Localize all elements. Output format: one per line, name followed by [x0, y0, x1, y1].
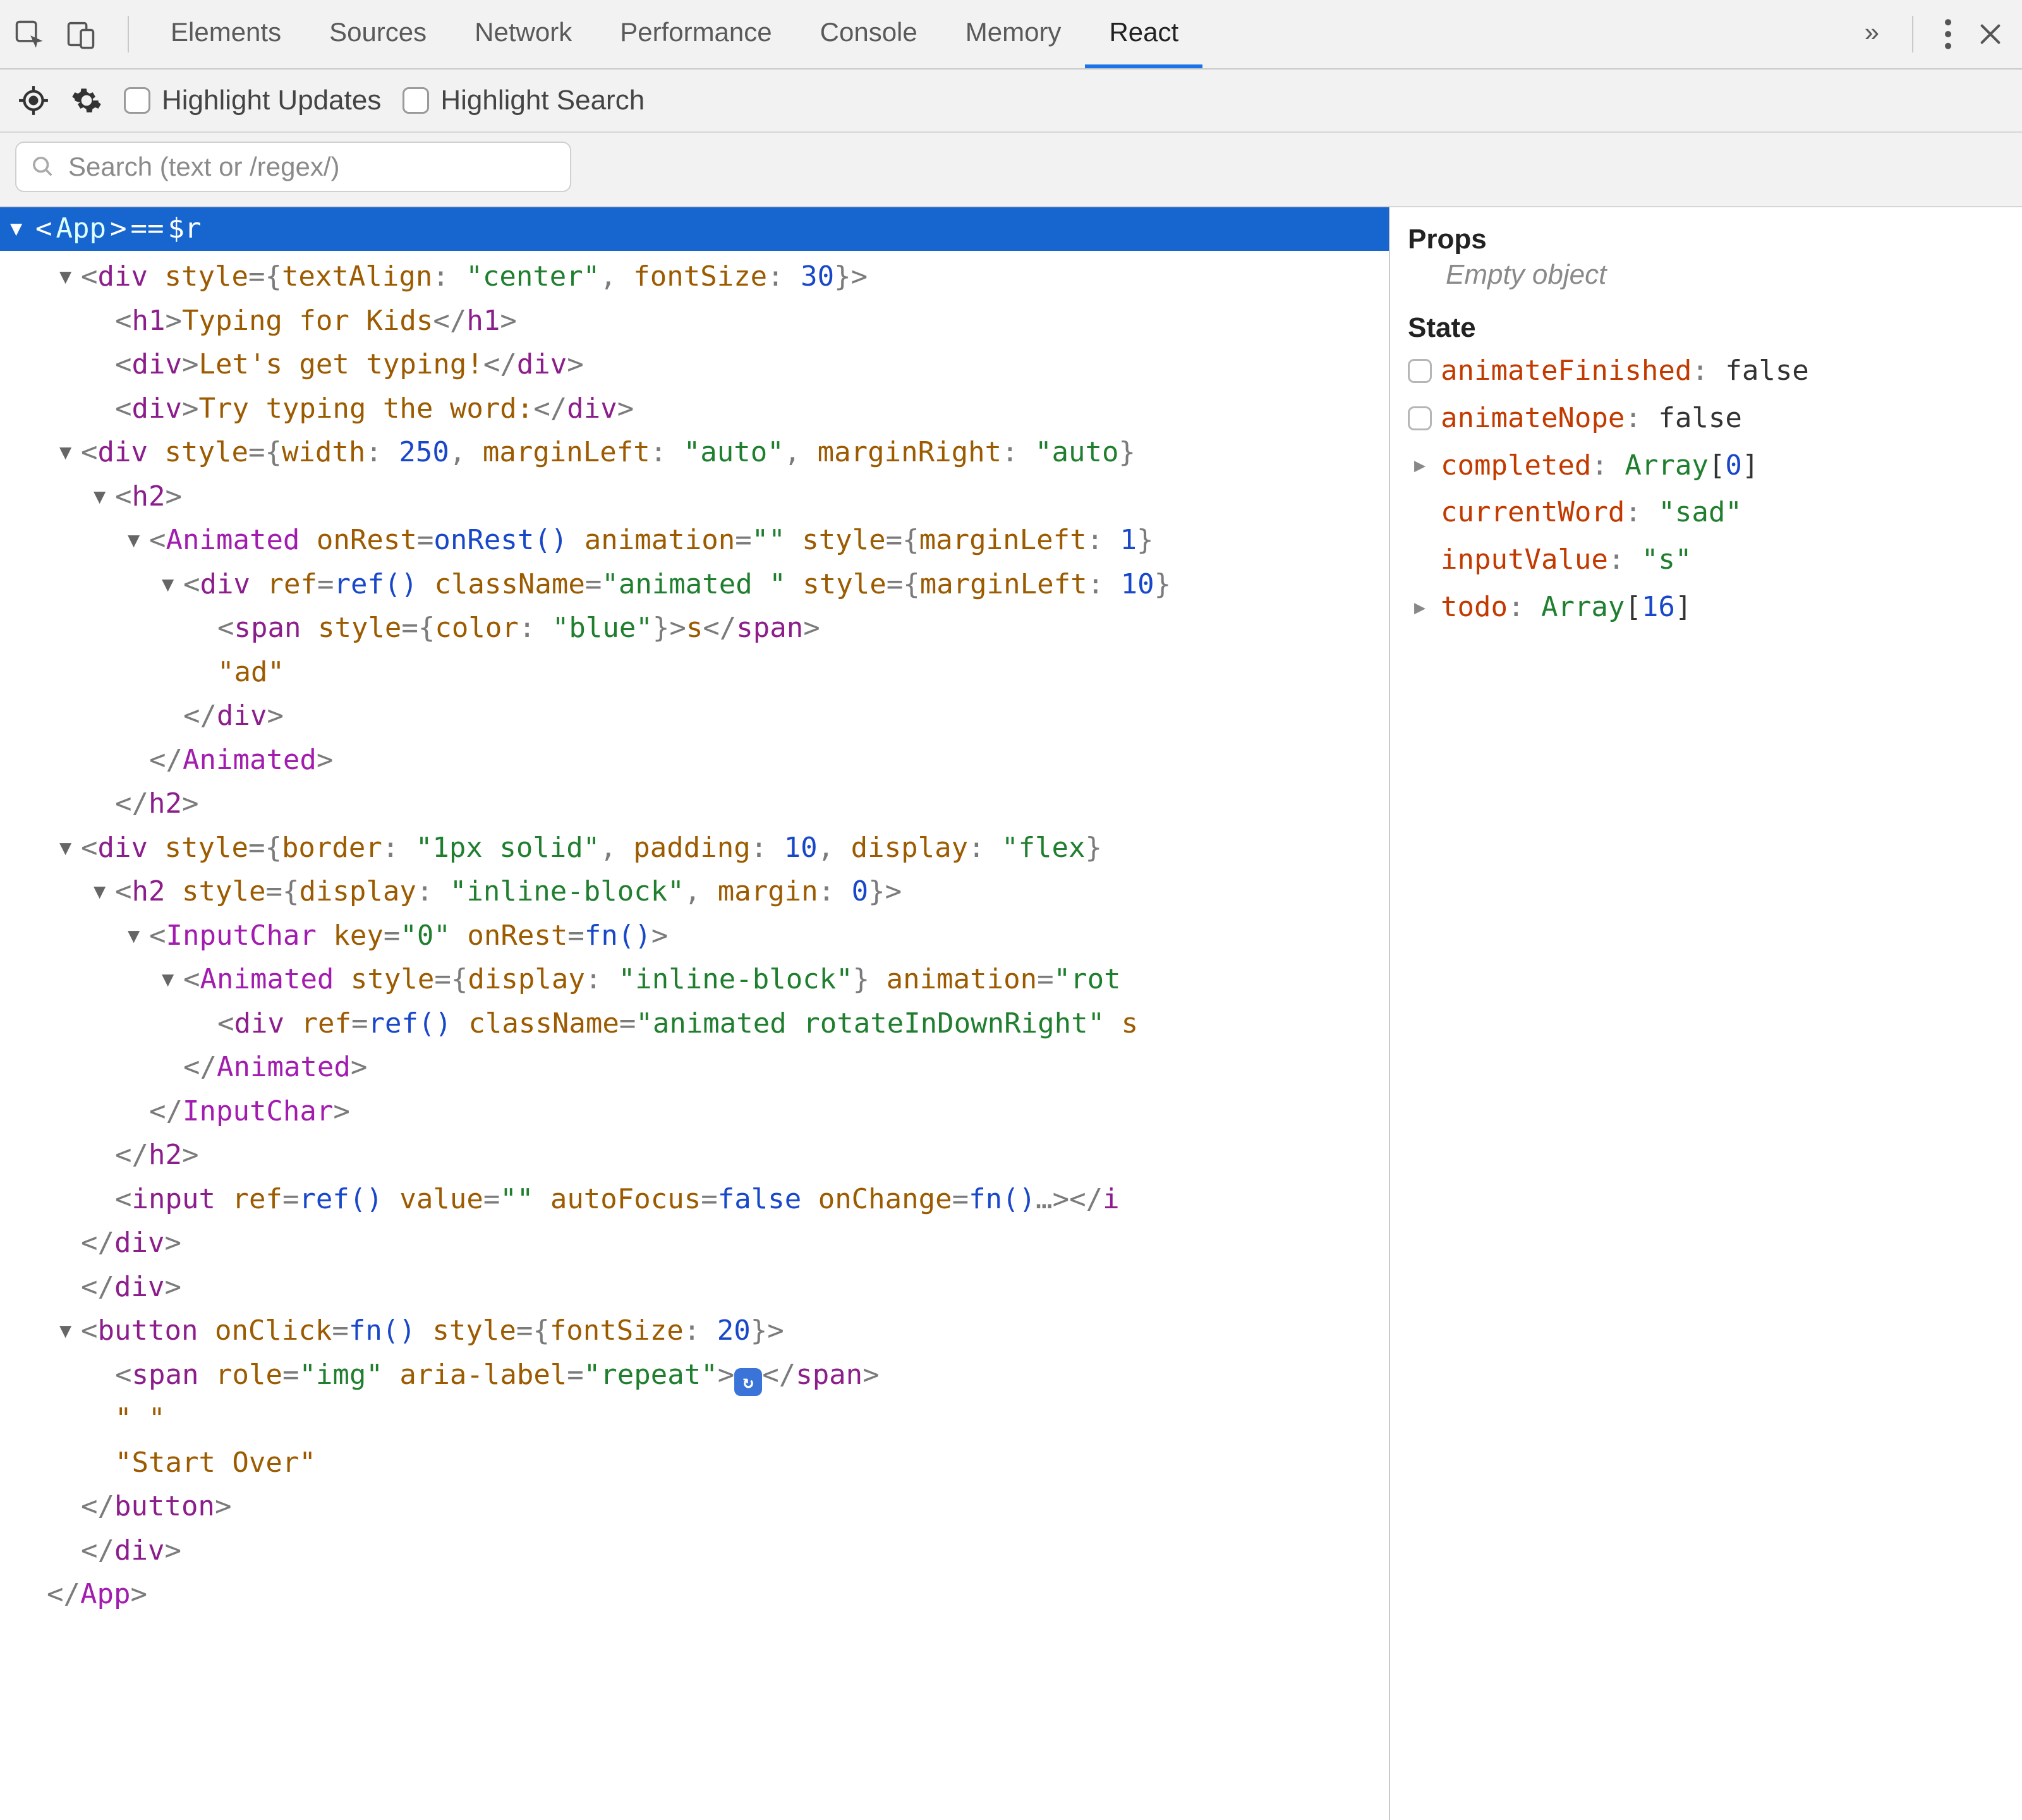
tree-row[interactable]: </div>: [0, 1529, 1389, 1573]
separator: [128, 16, 129, 52]
state-entry-animateFinished[interactable]: animateFinished: false: [1408, 348, 2004, 395]
disclosure-icon[interactable]: [10, 212, 32, 245]
tree-row[interactable]: <div style={border: "1px solid", padding…: [0, 826, 1389, 870]
props-empty: Empty object: [1408, 259, 2004, 291]
angle-open: <: [35, 212, 52, 245]
props-heading: Props: [1408, 224, 2004, 255]
tree-row[interactable]: <Animated onRest=onRest() animation="" s…: [0, 518, 1389, 562]
disclosure-icon[interactable]: [162, 957, 183, 1002]
tree-row[interactable]: </button>: [0, 1484, 1389, 1529]
angle-close: >: [110, 212, 127, 245]
checkbox-icon[interactable]: [1408, 359, 1432, 383]
tree-row[interactable]: </Animated>: [0, 1045, 1389, 1089]
tree-row[interactable]: </Animated>: [0, 738, 1389, 782]
tree-row[interactable]: </h2>: [0, 1133, 1389, 1177]
expand-icon[interactable]: ▶: [1408, 449, 1432, 482]
disclosure-icon[interactable]: [94, 870, 115, 914]
state-entry-animateNope[interactable]: animateNope: false: [1408, 395, 2004, 442]
state-entry-todo[interactable]: ▶todo: Array[16]: [1408, 584, 2004, 631]
tree-row[interactable]: <div ref=ref() className="animated rotat…: [0, 1002, 1389, 1046]
tree-row[interactable]: <div>Let's get typing!</div>: [0, 343, 1389, 387]
tab-network[interactable]: Network: [451, 0, 596, 68]
tree-row[interactable]: </div>: [0, 694, 1389, 738]
tree-row[interactable]: <span style={color: "blue"}>s</span>: [0, 606, 1389, 650]
state-entry-completed[interactable]: ▶completed: Array[0]: [1408, 442, 2004, 490]
tabbar-left-icons: [13, 18, 110, 51]
tab-console[interactable]: Console: [796, 0, 941, 68]
search-field[interactable]: [15, 142, 571, 192]
tree-row[interactable]: <InputChar key="0" onRest=fn()>: [0, 914, 1389, 958]
checkbox-icon: [124, 87, 150, 114]
state-entry-currentWord[interactable]: currentWord: "sad": [1408, 489, 2004, 537]
tab-sources[interactable]: Sources: [305, 0, 451, 68]
tree-row[interactable]: <span role="img" aria-label="repeat">↻</…: [0, 1353, 1389, 1397]
dollar-r: $r: [167, 212, 201, 245]
component-tree[interactable]: <div style={textAlign: "center", fontSiz…: [0, 251, 1389, 1642]
separator: [1912, 16, 1913, 52]
disclosure-icon[interactable]: [128, 518, 149, 562]
tree-row[interactable]: <div>Try typing the word:</div>: [0, 387, 1389, 431]
checkbox-icon[interactable]: [1408, 406, 1432, 430]
tree-row[interactable]: <div ref=ref() className="animated " sty…: [0, 562, 1389, 607]
disclosure-icon[interactable]: [128, 914, 149, 958]
devtools-tabbar: ElementsSourcesNetworkPerformanceConsole…: [0, 0, 2022, 70]
tree-row[interactable]: </div>: [0, 1221, 1389, 1265]
close-icon[interactable]: [1978, 21, 2003, 47]
tree-row[interactable]: <button onClick=fn() style={fontSize: 20…: [0, 1309, 1389, 1353]
tabbar-right-icons: [1931, 18, 2003, 50]
repeat-emoji-icon: ↻: [734, 1368, 762, 1396]
selected-root-row[interactable]: <App> == $r: [0, 207, 1389, 251]
highlight-updates-label: Highlight Updates: [162, 85, 381, 116]
highlight-search-checkbox[interactable]: Highlight Search: [403, 85, 645, 116]
gear-icon[interactable]: [71, 85, 102, 116]
tree-row[interactable]: </InputChar>: [0, 1089, 1389, 1134]
expand-icon[interactable]: ▶: [1408, 592, 1432, 624]
highlight-updates-checkbox[interactable]: Highlight Updates: [124, 85, 381, 116]
tree-row[interactable]: <Animated style={display: "inline-block"…: [0, 957, 1389, 1002]
disclosure-icon[interactable]: [59, 1309, 81, 1353]
state-entry-inputValue[interactable]: inputValue: "s": [1408, 537, 2004, 584]
state-list: animateFinished: falseanimateNope: false…: [1408, 348, 2004, 631]
tab-memory[interactable]: Memory: [941, 0, 1086, 68]
component-tree-pane: <App> == $r <div style={textAlign: "cent…: [0, 207, 1390, 1820]
tree-row[interactable]: <h2>: [0, 475, 1389, 519]
tab-elements[interactable]: Elements: [147, 0, 305, 68]
inspect-element-icon[interactable]: [13, 18, 45, 51]
highlight-search-label: Highlight Search: [440, 85, 645, 116]
tabs-overflow-button[interactable]: »: [1849, 17, 1894, 51]
target-icon[interactable]: [18, 85, 49, 116]
search-icon: [30, 154, 56, 179]
tree-row[interactable]: "Start Over": [0, 1441, 1389, 1485]
kebab-menu-icon[interactable]: [1944, 18, 1952, 50]
disclosure-icon[interactable]: [162, 562, 183, 607]
checkbox-icon: [403, 87, 429, 114]
tab-performance[interactable]: Performance: [596, 0, 796, 68]
tab-strip: ElementsSourcesNetworkPerformanceConsole…: [147, 0, 1843, 68]
tree-row[interactable]: </App>: [0, 1572, 1389, 1617]
side-panel: Props Empty object State animateFinished…: [1390, 207, 2022, 1820]
disclosure-icon[interactable]: [59, 430, 81, 475]
search-row: [0, 133, 2022, 207]
equals: ==: [130, 212, 164, 245]
state-heading: State: [1408, 312, 2004, 344]
search-input[interactable]: [67, 151, 556, 183]
react-toolbar: Highlight Updates Highlight Search: [0, 70, 2022, 133]
tree-row[interactable]: <div style={width: 250, marginLeft: "aut…: [0, 430, 1389, 475]
root-component-name: App: [56, 212, 106, 245]
disclosure-icon[interactable]: [94, 475, 115, 519]
tree-row[interactable]: </div>: [0, 1265, 1389, 1309]
tree-row[interactable]: <h2 style={display: "inline-block", marg…: [0, 870, 1389, 914]
tree-row[interactable]: </h2>: [0, 782, 1389, 826]
tree-row[interactable]: <div style={textAlign: "center", fontSiz…: [0, 255, 1389, 299]
tab-react[interactable]: React: [1085, 0, 1202, 68]
tree-row[interactable]: <input ref=ref() value="" autoFocus=fals…: [0, 1177, 1389, 1222]
tree-row[interactable]: "ad": [0, 650, 1389, 695]
tree-row[interactable]: <h1>Typing for Kids</h1>: [0, 299, 1389, 343]
tree-row[interactable]: " ": [0, 1397, 1389, 1441]
disclosure-icon[interactable]: [59, 826, 81, 870]
device-toolbar-icon[interactable]: [64, 18, 97, 51]
disclosure-icon[interactable]: [59, 255, 81, 299]
